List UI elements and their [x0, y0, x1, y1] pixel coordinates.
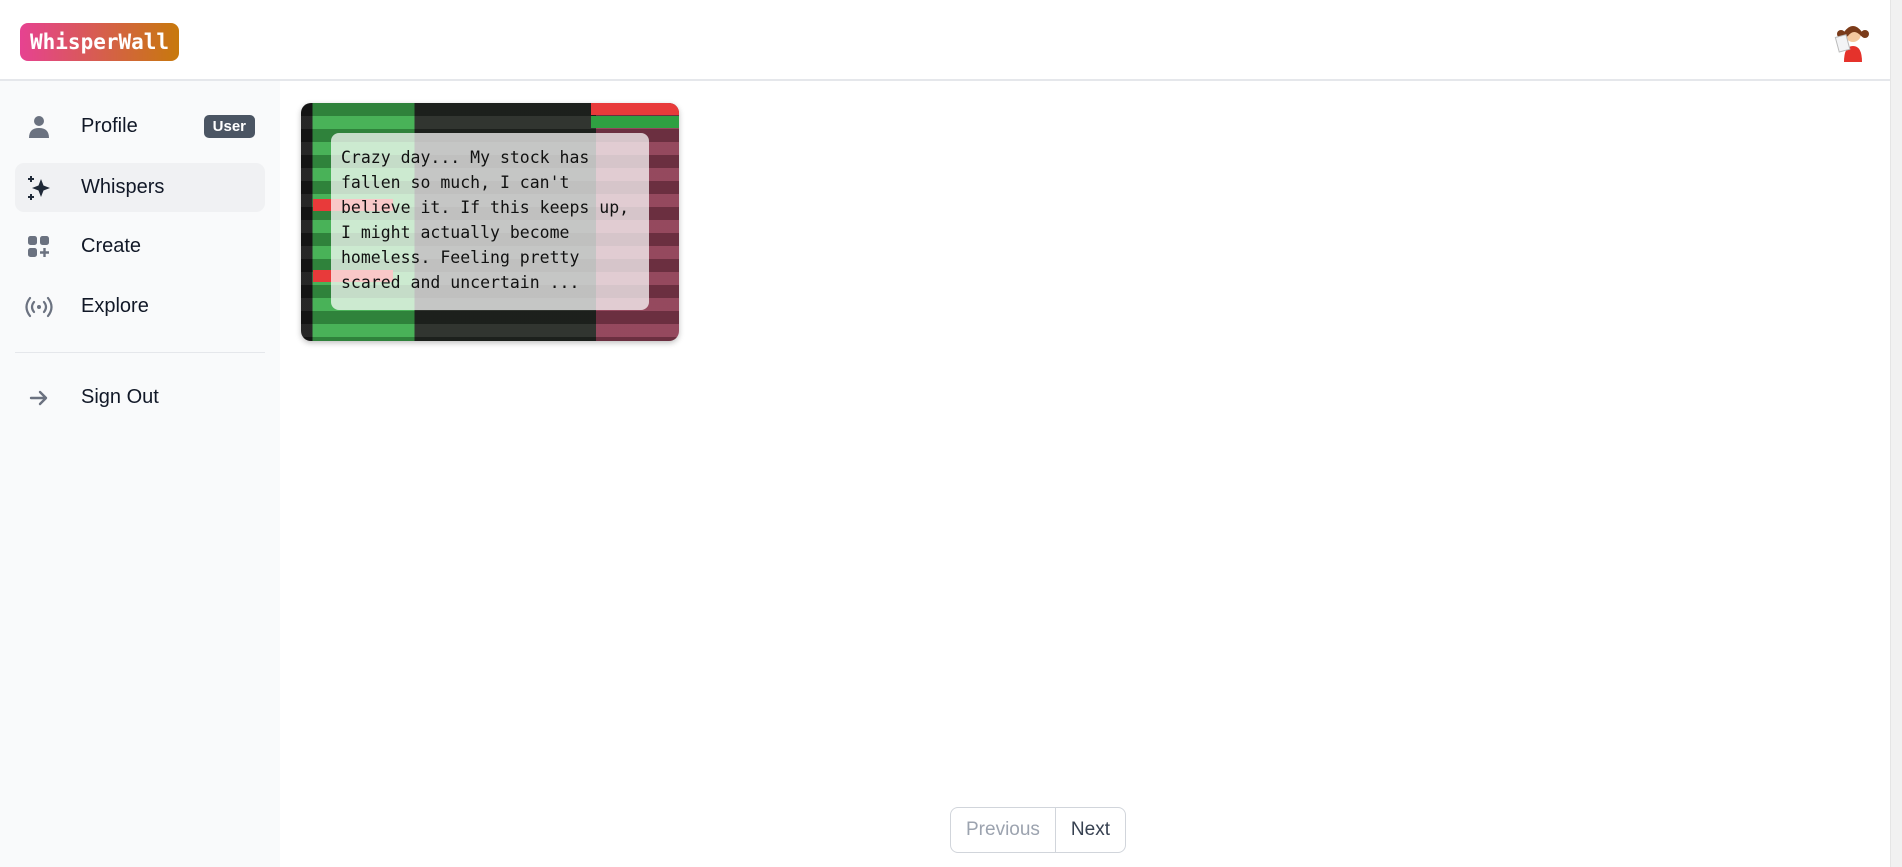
- scrollbar[interactable]: [1890, 0, 1902, 867]
- squares-plus-icon: [25, 233, 53, 261]
- sidebar-divider: [15, 352, 265, 353]
- sign-out-button[interactable]: Sign Out: [15, 373, 265, 422]
- sidebar-item-label: Explore: [81, 295, 149, 317]
- role-badge: User: [203, 115, 255, 138]
- sidebar-item-profile[interactable]: Profile User: [15, 102, 265, 151]
- logo[interactable]: WhisperWall: [20, 23, 180, 61]
- sidebar-item-whispers[interactable]: Whispers: [15, 163, 265, 212]
- sidebar-item-label: Sign Out: [81, 386, 159, 408]
- sidebar-item-label: Create: [81, 235, 142, 257]
- ticker-cell: [591, 116, 679, 128]
- user-avatar[interactable]: [1832, 20, 1874, 66]
- next-button[interactable]: Next: [1056, 808, 1125, 852]
- whisper-text: Crazy day... My stock has fallen so much…: [331, 133, 649, 310]
- previous-button[interactable]: Previous: [951, 808, 1056, 852]
- sidebar-item-label: Profile: [81, 115, 138, 137]
- pagination: Previous Next: [950, 807, 1126, 853]
- signal-icon: [25, 293, 53, 321]
- ticker-cell: [591, 103, 679, 115]
- arrow-right-icon: [25, 384, 53, 412]
- sidebar-item-explore[interactable]: Explore: [15, 282, 265, 331]
- sidebar-item-create[interactable]: Create: [15, 222, 265, 271]
- sidebar-item-label: Whispers: [81, 176, 165, 198]
- sidebar: Profile User Whispers Create Explore Sig…: [0, 81, 280, 867]
- sparkles-icon: [25, 174, 53, 202]
- user-icon: [25, 113, 53, 141]
- whisper-card[interactable]: Crazy day... My stock has fallen so much…: [301, 103, 679, 341]
- top-header: WhisperWall: [0, 0, 1890, 81]
